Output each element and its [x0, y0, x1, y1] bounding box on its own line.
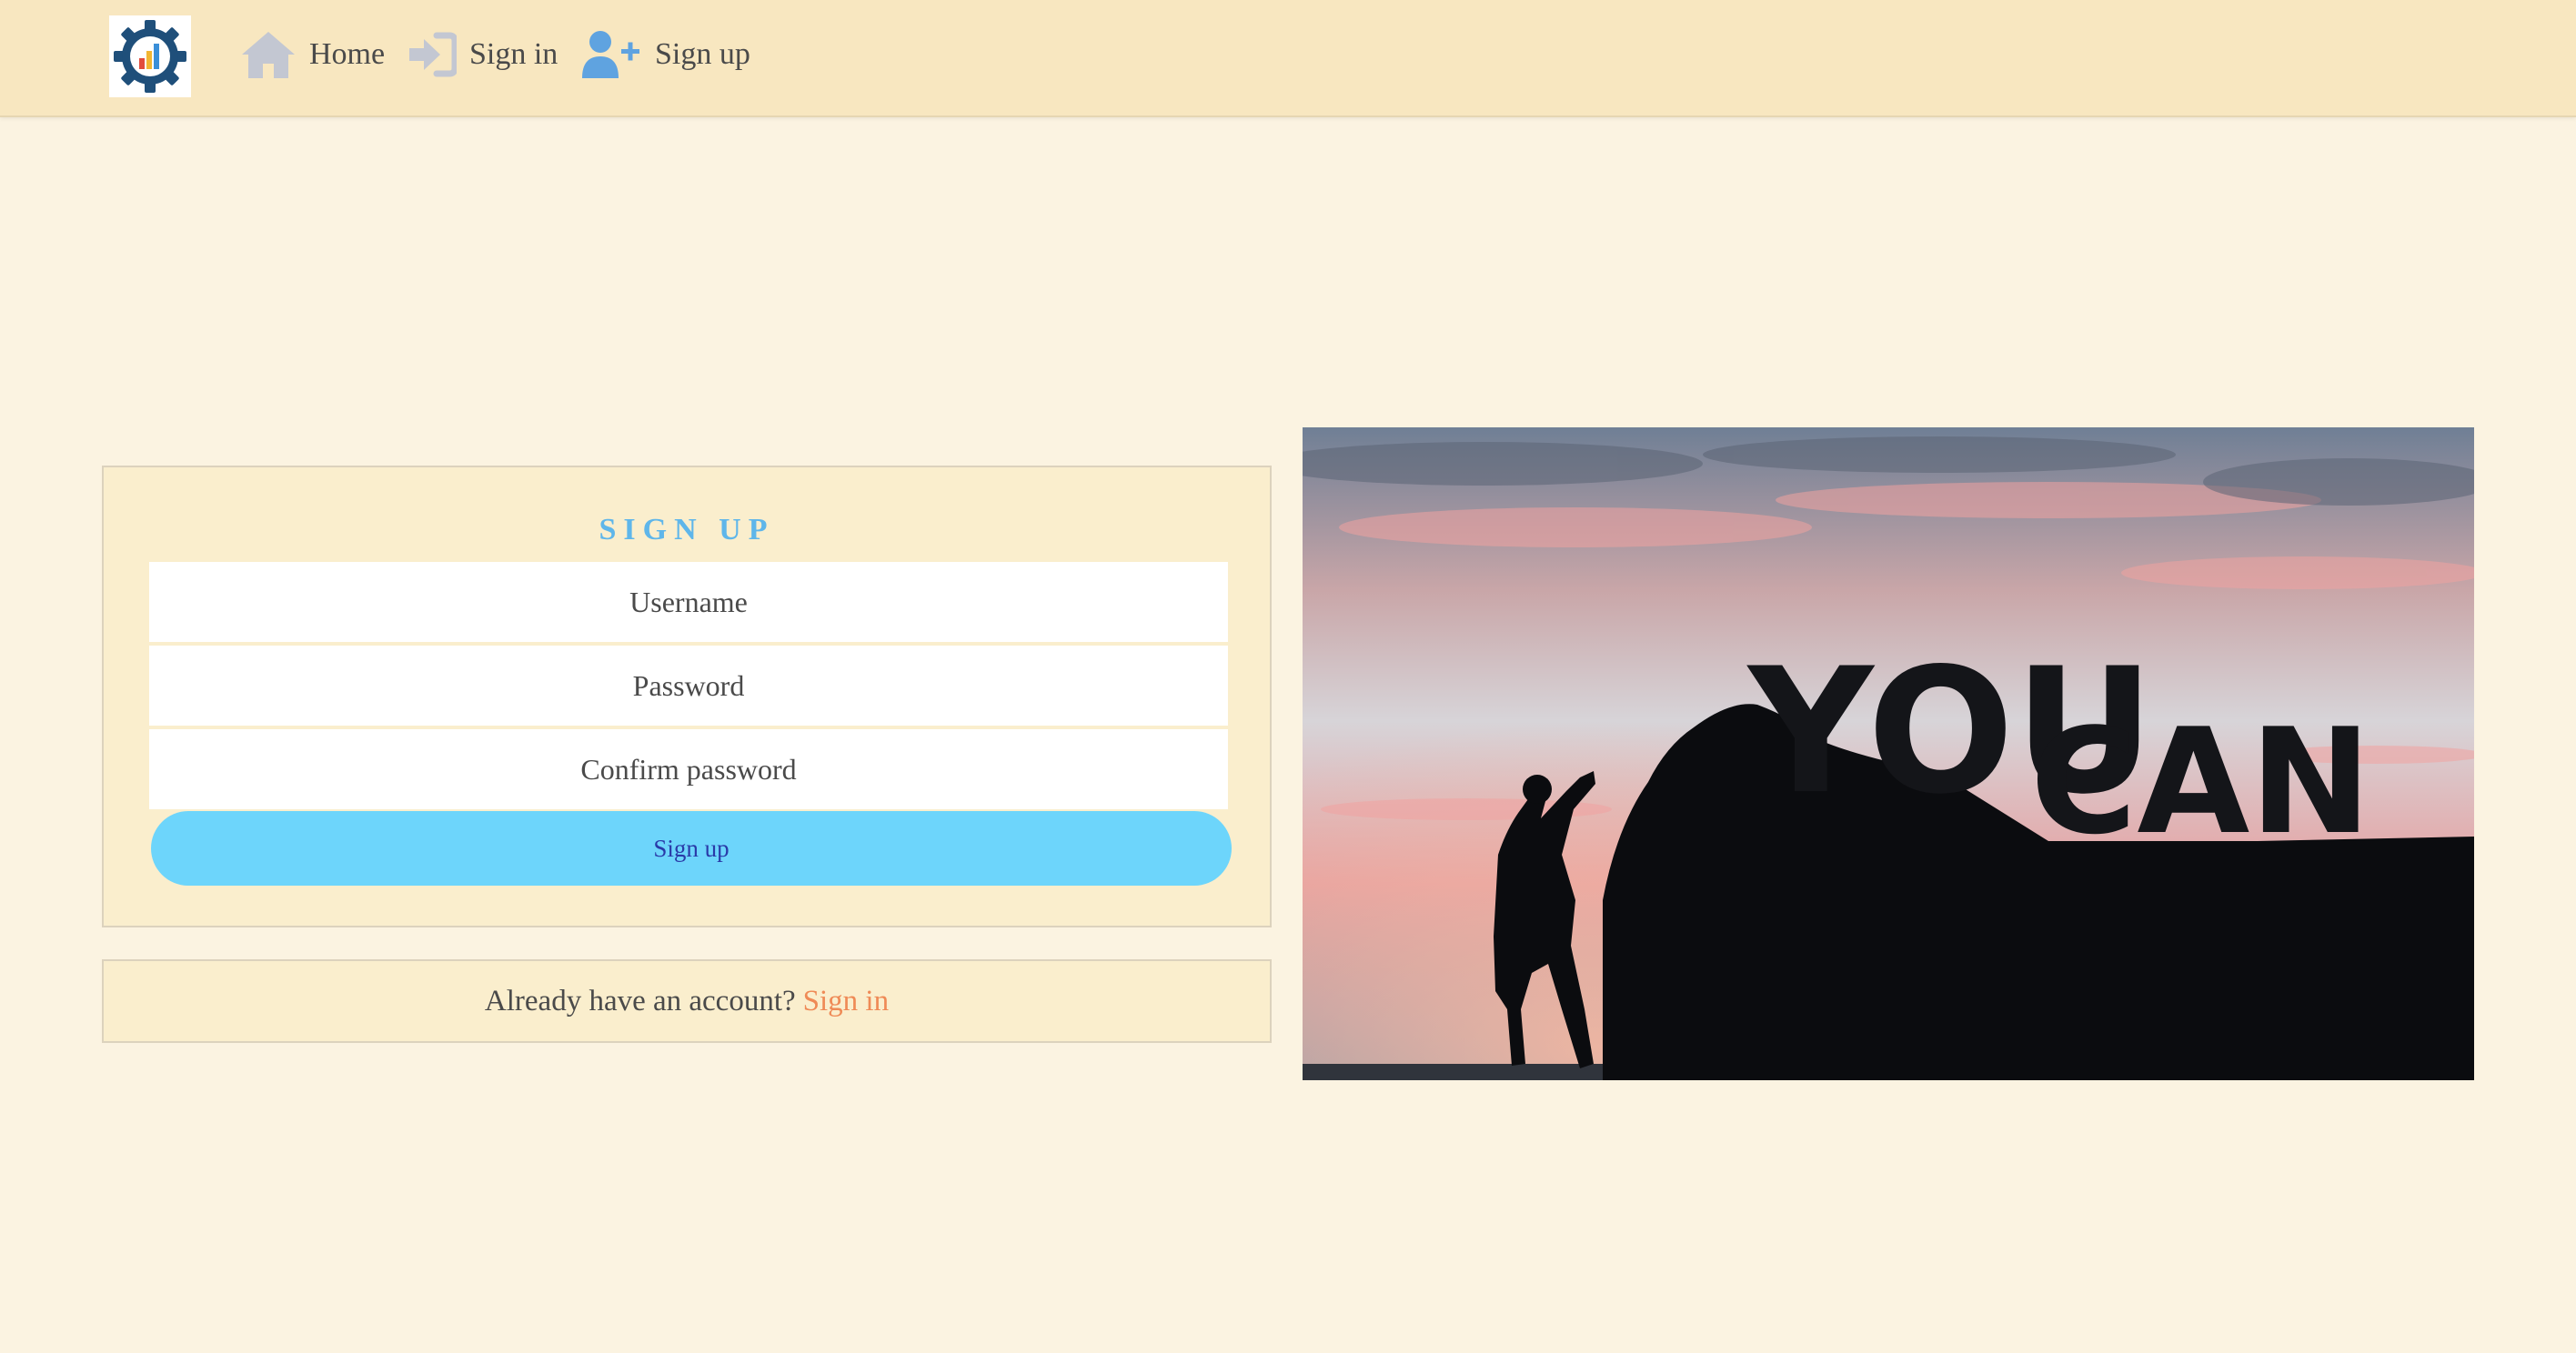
nav-home-link[interactable]: Home [240, 25, 385, 84]
user-plus-icon [580, 29, 642, 80]
signup-form-card: SIGN UP Sign up [102, 466, 1272, 927]
nav-signin-link[interactable]: Sign in [408, 25, 558, 84]
hero-image: YOU CAN [1303, 427, 2474, 1080]
confirm-password-input[interactable] [149, 729, 1228, 809]
sign-in-arrow-icon [408, 32, 457, 77]
signin-link[interactable]: Sign in [803, 985, 889, 1018]
signup-submit-button[interactable]: Sign up [151, 811, 1232, 886]
house-icon [240, 29, 297, 80]
form-title: SIGN UP [599, 513, 775, 546]
top-navbar: Home Sign in Sign up [0, 0, 2576, 117]
signin-prompt-text: Already have an account? [484, 984, 796, 1017]
nav-home-label: Home [309, 37, 386, 71]
password-input[interactable] [149, 646, 1228, 726]
gear-chart-logo-icon[interactable] [109, 15, 191, 97]
nav-signin-label: Sign in [469, 37, 558, 71]
nav-signup-label: Sign up [655, 37, 750, 71]
signin-prompt-card: Already have an account? Sign in [102, 959, 1272, 1043]
username-input[interactable] [149, 562, 1228, 642]
hero-text-can: CAN [2030, 697, 2371, 867]
nav-signup-link[interactable]: Sign up [580, 25, 750, 84]
